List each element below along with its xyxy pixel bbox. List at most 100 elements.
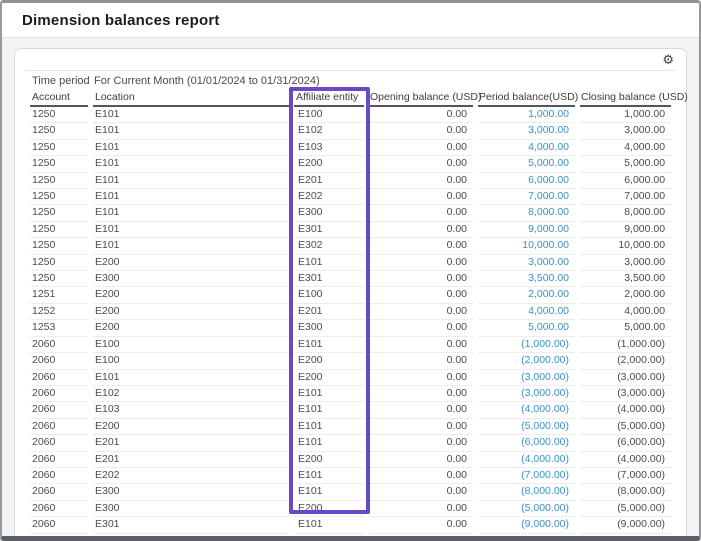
column-header-opening-balance: Opening balance (USD) bbox=[369, 90, 473, 107]
cell-period-balance-link[interactable]: 2,000.00 bbox=[478, 287, 575, 303]
cell-period-balance-link[interactable]: 9,000.00 bbox=[478, 222, 575, 238]
time-period-value: For Current Month (01/01/2024 to 01/31/2… bbox=[93, 71, 671, 90]
cell-closing-balance: 8,000.00 bbox=[580, 205, 671, 221]
report-page: ⚙ Time period For Current Month (01/01/2… bbox=[2, 38, 699, 541]
cell-period-balance-link[interactable]: (3,500.00) bbox=[478, 534, 575, 541]
cell-period-balance-link[interactable]: 4,000.00 bbox=[478, 140, 575, 156]
cell-opening-balance: 0.00 bbox=[369, 370, 473, 386]
cell-location: E200 bbox=[93, 419, 289, 435]
table-row: 2060E300E2000.00(5,000.00)(5,000.00) bbox=[30, 501, 671, 517]
cell-affiliate-entity: E101 bbox=[294, 402, 364, 418]
cell-affiliate-entity: E100 bbox=[294, 287, 364, 303]
cell-location: E200 bbox=[93, 287, 289, 303]
cell-location: E101 bbox=[93, 189, 289, 205]
cell-period-balance-link[interactable]: (4,000.00) bbox=[478, 452, 575, 468]
cell-period-balance-link[interactable]: (5,000.00) bbox=[478, 501, 575, 517]
cell-closing-balance: 5,000.00 bbox=[580, 320, 671, 336]
cell-affiliate-entity: E101 bbox=[294, 386, 364, 402]
cell-location: E101 bbox=[93, 370, 289, 386]
cell-location: E202 bbox=[93, 468, 289, 484]
cell-account: 2060 bbox=[30, 337, 88, 353]
cell-affiliate-entity: E200 bbox=[294, 501, 364, 517]
table-row: 2060E301E3000.00(3,500.00)(3,500.00) bbox=[30, 534, 671, 541]
cell-period-balance-link[interactable]: (7,000.00) bbox=[478, 468, 575, 484]
cell-period-balance-link[interactable]: 5,000.00 bbox=[478, 156, 575, 172]
table-row: 2060E101E2000.00(3,000.00)(3,000.00) bbox=[30, 370, 671, 386]
column-header-location: Location bbox=[93, 90, 289, 107]
cell-location: E200 bbox=[93, 320, 289, 336]
cell-opening-balance: 0.00 bbox=[369, 353, 473, 369]
cell-period-balance-link[interactable]: 4,000.00 bbox=[478, 304, 575, 320]
table-row: 1250E300E3010.003,500.003,500.00 bbox=[30, 271, 671, 287]
cell-location: E201 bbox=[93, 452, 289, 468]
cell-opening-balance: 0.00 bbox=[369, 468, 473, 484]
cell-opening-balance: 0.00 bbox=[369, 320, 473, 336]
cell-opening-balance: 0.00 bbox=[369, 107, 473, 123]
cell-period-balance-link[interactable]: 3,000.00 bbox=[478, 123, 575, 139]
cell-opening-balance: 0.00 bbox=[369, 484, 473, 500]
cell-period-balance-link[interactable]: (1,000.00) bbox=[478, 337, 575, 353]
time-period-row: Time period For Current Month (01/01/202… bbox=[30, 71, 671, 90]
cell-account: 1250 bbox=[30, 140, 88, 156]
cell-affiliate-entity: E101 bbox=[294, 468, 364, 484]
cell-period-balance-link[interactable]: 8,000.00 bbox=[478, 205, 575, 221]
cell-closing-balance: (6,000.00) bbox=[580, 435, 671, 451]
cell-period-balance-link[interactable]: (3,000.00) bbox=[478, 386, 575, 402]
cell-period-balance-link[interactable]: (2,000.00) bbox=[478, 353, 575, 369]
cell-account: 2060 bbox=[30, 484, 88, 500]
cell-period-balance-link[interactable]: 6,000.00 bbox=[478, 173, 575, 189]
cell-location: E101 bbox=[93, 123, 289, 139]
cell-account: 2060 bbox=[30, 402, 88, 418]
time-period-label: Time period bbox=[30, 71, 88, 90]
cell-affiliate-entity: E101 bbox=[294, 435, 364, 451]
cell-period-balance-link[interactable]: (8,000.00) bbox=[478, 484, 575, 500]
cell-period-balance-link[interactable]: (3,000.00) bbox=[478, 370, 575, 386]
cell-account: 1252 bbox=[30, 304, 88, 320]
cell-opening-balance: 0.00 bbox=[369, 205, 473, 221]
table-row: 2060E201E2000.00(4,000.00)(4,000.00) bbox=[30, 452, 671, 468]
cell-account: 2060 bbox=[30, 534, 88, 541]
cell-affiliate-entity: E302 bbox=[294, 238, 364, 254]
cell-period-balance-link[interactable]: (6,000.00) bbox=[478, 435, 575, 451]
cell-opening-balance: 0.00 bbox=[369, 452, 473, 468]
cell-location: E101 bbox=[93, 238, 289, 254]
cell-affiliate-entity: E101 bbox=[294, 517, 364, 533]
cell-opening-balance: 0.00 bbox=[369, 501, 473, 517]
cell-affiliate-entity: E201 bbox=[294, 173, 364, 189]
cell-period-balance-link[interactable]: 1,000.00 bbox=[478, 107, 575, 123]
table-row: 1250E101E1000.001,000.001,000.00 bbox=[30, 107, 671, 123]
cell-account: 1250 bbox=[30, 189, 88, 205]
cell-opening-balance: 0.00 bbox=[369, 156, 473, 172]
cell-period-balance-link[interactable]: 7,000.00 bbox=[478, 189, 575, 205]
cell-period-balance-link[interactable]: 10,000.00 bbox=[478, 238, 575, 254]
cell-opening-balance: 0.00 bbox=[369, 534, 473, 541]
cell-location: E100 bbox=[93, 353, 289, 369]
settings-gear-button[interactable]: ⚙ bbox=[660, 54, 676, 67]
table-row: 1250E101E2020.007,000.007,000.00 bbox=[30, 189, 671, 205]
cell-account: 2060 bbox=[30, 468, 88, 484]
cell-location: E101 bbox=[93, 173, 289, 189]
cell-closing-balance: (1,000.00) bbox=[580, 337, 671, 353]
cell-location: E200 bbox=[93, 255, 289, 271]
cell-location: E300 bbox=[93, 501, 289, 517]
cell-closing-balance: 6,000.00 bbox=[580, 173, 671, 189]
cell-affiliate-entity: E201 bbox=[294, 304, 364, 320]
table-row: 1250E101E3000.008,000.008,000.00 bbox=[30, 205, 671, 221]
cell-closing-balance: 2,000.00 bbox=[580, 287, 671, 303]
cell-account: 2060 bbox=[30, 386, 88, 402]
cell-location: E101 bbox=[93, 156, 289, 172]
cell-period-balance-link[interactable]: 3,500.00 bbox=[478, 271, 575, 287]
cell-account: 2060 bbox=[30, 370, 88, 386]
cell-period-balance-link[interactable]: 5,000.00 bbox=[478, 320, 575, 336]
cell-closing-balance: 1,000.00 bbox=[580, 107, 671, 123]
cell-account: 1253 bbox=[30, 320, 88, 336]
cell-location: E101 bbox=[93, 205, 289, 221]
cell-period-balance-link[interactable]: (9,000.00) bbox=[478, 517, 575, 533]
cell-opening-balance: 0.00 bbox=[369, 189, 473, 205]
cell-opening-balance: 0.00 bbox=[369, 238, 473, 254]
cell-period-balance-link[interactable]: 3,000.00 bbox=[478, 255, 575, 271]
report-table-container: Time period For Current Month (01/01/202… bbox=[25, 70, 676, 541]
cell-period-balance-link[interactable]: (5,000.00) bbox=[478, 419, 575, 435]
cell-account: 2060 bbox=[30, 517, 88, 533]
cell-period-balance-link[interactable]: (4,000.00) bbox=[478, 402, 575, 418]
